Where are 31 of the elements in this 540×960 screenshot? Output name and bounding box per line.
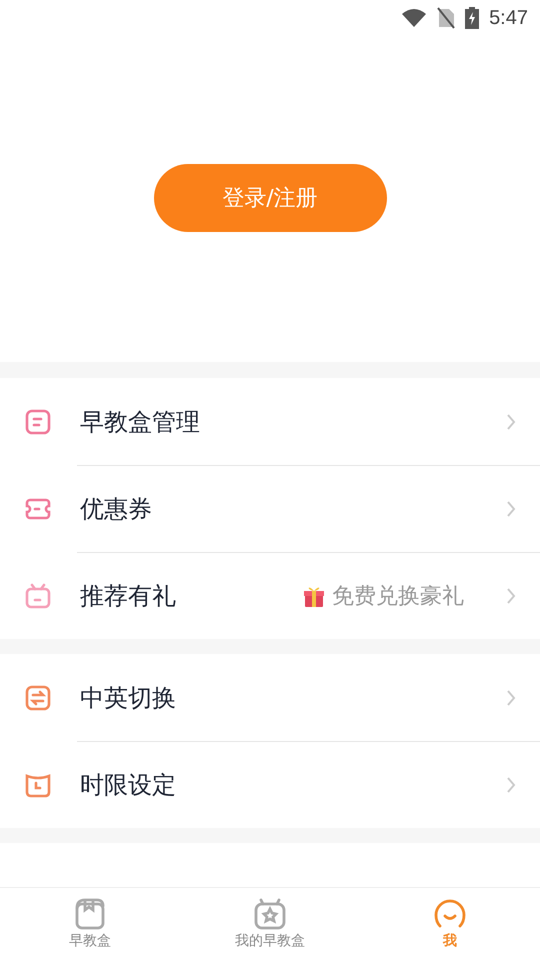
- menu-item[interactable]: 推荐有礼 免费兑换豪礼: [0, 552, 540, 639]
- menu-item[interactable]: 优惠券: [0, 465, 540, 552]
- battery-icon: [465, 7, 480, 29]
- face-icon: [433, 898, 467, 930]
- box-icon: [73, 898, 107, 930]
- menu-item[interactable]: 早教盒管理: [0, 378, 540, 465]
- status-time: 5:47: [489, 6, 528, 30]
- menu-item[interactable]: 时限设定: [0, 741, 540, 828]
- wifi-icon: [401, 8, 428, 28]
- no-sim-icon: [437, 7, 456, 29]
- menu-item[interactable]: 中英切换: [0, 654, 540, 741]
- chevron-right-icon: [506, 586, 516, 604]
- tab-item[interactable]: 早教盒: [0, 888, 180, 960]
- star-box-icon: [253, 898, 287, 930]
- chevron-right-icon: [506, 776, 516, 794]
- menu-label: 推荐有礼: [80, 580, 177, 612]
- switch-icon: [24, 684, 52, 712]
- menu-label: 优惠券: [80, 494, 153, 524]
- chevron-right-icon: [506, 688, 516, 706]
- tv-icon: [24, 582, 52, 610]
- box-icon: [24, 408, 52, 436]
- chevron-right-icon: [506, 412, 516, 430]
- menu-label: 早教盒管理: [80, 406, 201, 438]
- menu-label: 中英切换: [80, 682, 177, 714]
- menu-label: 时限设定: [80, 770, 177, 800]
- tab-label: 早教盒: [69, 932, 111, 950]
- tab-label: 我: [443, 932, 457, 950]
- promo-text: 免费兑换豪礼: [332, 582, 464, 610]
- tab-item[interactable]: 我的早教盒: [180, 888, 360, 960]
- chevron-right-icon: [506, 500, 516, 518]
- tab-label: 我的早教盒: [235, 932, 305, 950]
